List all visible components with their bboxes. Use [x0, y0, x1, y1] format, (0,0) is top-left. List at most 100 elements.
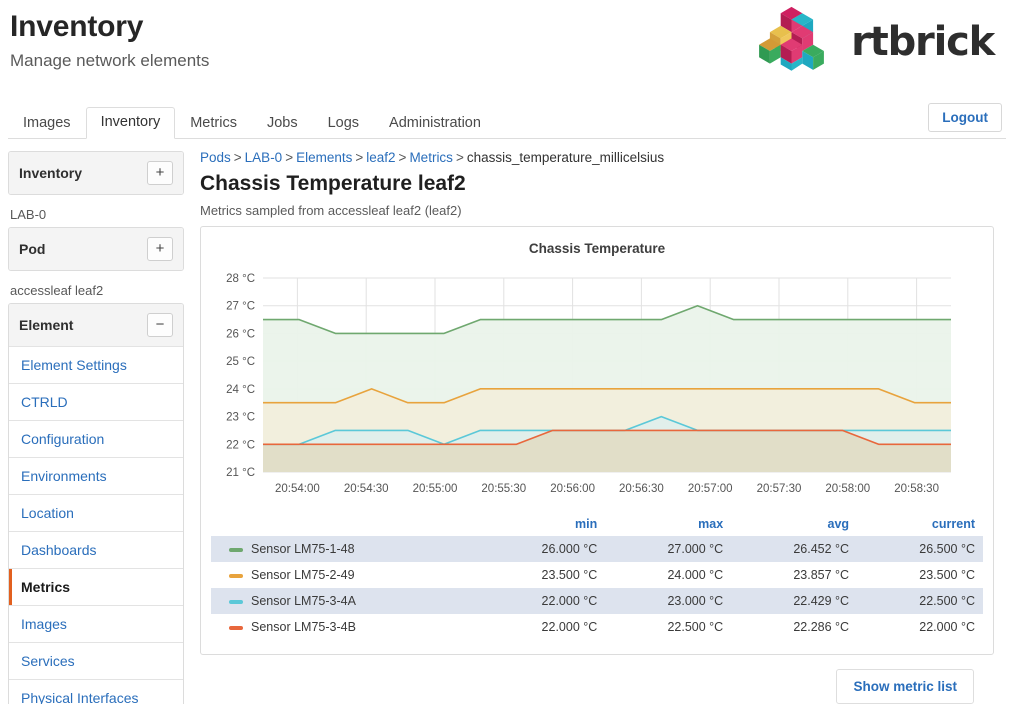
legend-value-current: 26.500 °C — [857, 536, 983, 562]
svg-text:23 °C: 23 °C — [226, 412, 255, 424]
sidebar-item-element-settings[interactable]: Element Settings — [9, 346, 183, 383]
breadcrumb-separator: > — [398, 150, 407, 165]
svg-text:26 °C: 26 °C — [226, 328, 255, 340]
tab-jobs[interactable]: Jobs — [252, 108, 313, 139]
breadcrumb-current: chassis_temperature_millicelsius — [466, 150, 665, 165]
element-panel-header: Element − — [9, 304, 183, 346]
legend-col-avg[interactable]: avg — [731, 514, 857, 536]
element-panel-title: Element — [19, 317, 74, 333]
legend-value-avg: 26.452 °C — [731, 536, 858, 562]
page-title: Chassis Temperature leaf2 — [200, 172, 466, 195]
legend-header-row: min max avg current — [211, 514, 983, 536]
inventory-expand-button[interactable]: + — [147, 161, 173, 185]
breadcrumb-pods[interactable]: Pods — [200, 150, 231, 165]
legend-value-avg: 23.857 °C — [793, 568, 850, 582]
chart-plot-area: 21 °C 22 °C 23 °C 24 °C 25 °C 26 °C 27 °C 28 °C… — [211, 260, 983, 508]
main-tabbar: Images Inventory Metrics Jobs Logs Admin… — [8, 103, 1006, 139]
inventory-panel-title: Inventory — [19, 165, 83, 181]
svg-text:20:55:30: 20:55:30 — [481, 483, 526, 495]
inventory-panel-header: Inventory + — [9, 152, 183, 194]
breadcrumb-lab[interactable]: LAB-0 — [245, 150, 283, 165]
pod-panel-title: Pod — [19, 241, 46, 257]
series-color-swatch-icon — [229, 625, 243, 630]
tab-images[interactable]: Images — [8, 108, 86, 139]
sidebar-item-physical-interfaces[interactable]: Physical Interfaces — [9, 679, 183, 704]
svg-text:20:54:30: 20:54:30 — [344, 483, 389, 495]
svg-text:28 °C: 28 °C — [226, 273, 255, 285]
legend-row[interactable]: Sensor LM75-3-4A 22.000 °C 23.000 °C 22.429… — [211, 588, 983, 614]
legend-value-max: 22.500 °C — [667, 620, 724, 634]
sidebar: Inventory + LAB-0 Pod + accessleaf leaf2… — [0, 139, 192, 704]
brand-name: rtbrick — [851, 19, 995, 65]
legend-col-min[interactable]: min — [479, 514, 605, 536]
tab-logs[interactable]: Logs — [313, 108, 374, 139]
series-color-swatch-icon — [229, 573, 243, 578]
legend-value-max: 27.000 °C — [605, 536, 732, 562]
chart-title: Chassis Temperature — [528, 241, 666, 256]
sidebar-item-images[interactable]: Images — [9, 605, 183, 642]
legend-value-current: 22.500 °C — [857, 588, 983, 614]
metric-chart-card: Chassis Temperature 21 °C 22 °C 23 °C 24 °C… — [200, 226, 994, 655]
breadcrumb: Pods > LAB-0 > Elements > leaf2 > Metrics > chassi… — [200, 149, 994, 167]
show-metric-list-button[interactable]: Show metric list — [836, 669, 974, 704]
page-header: Inventory Manage network elements rtbric… — [0, 0, 1014, 100]
sidebar-item-location[interactable]: Location — [9, 494, 183, 531]
main-content: Pods > LAB-0 > Elements > leaf2 > Metrics > chassi… — [192, 139, 1014, 704]
breadcrumb-separator: > — [233, 150, 242, 165]
svg-text:20:54:00: 20:54:00 — [275, 483, 320, 495]
legend-value-avg: 22.429 °C — [731, 588, 858, 614]
legend-value-max: 24.000 °C — [667, 568, 724, 582]
svg-text:24 °C: 24 °C — [226, 384, 255, 396]
legend-series-name: Sensor LM75-2-49 — [211, 562, 479, 588]
legend-row[interactable]: Sensor LM75-2-49 23.500 °C 24.000 °C 23.857… — [211, 562, 983, 588]
sidebar-panel-pod: Pod + — [8, 227, 184, 271]
sidebar-item-ctrld[interactable]: CTRLD — [9, 383, 183, 420]
legend-value-avg: 22.286 °C — [793, 620, 850, 634]
sidebar-item-metrics[interactable]: Metrics — [9, 568, 183, 605]
series-color-swatch-icon — [229, 547, 243, 552]
svg-text:27 °C: 27 °C — [226, 301, 255, 313]
legend-row[interactable]: Sensor LM75-1-48 26.000 °C 27.000 °C 26.452… — [211, 536, 983, 562]
breadcrumb-metrics[interactable]: Metrics — [409, 150, 453, 165]
legend-row[interactable]: Sensor LM75-3-4B 22.000 °C 22.500 °C 22.286… — [211, 614, 983, 640]
tab-inventory[interactable]: Inventory — [85, 107, 176, 139]
sidebar-panel-element: Element − Element Settings CTRLD Configu… — [8, 303, 184, 704]
svg-text:22 °C: 22 °C — [226, 439, 255, 451]
svg-text:20:56:30: 20:56:30 — [619, 483, 664, 495]
series-color-swatch-icon — [229, 599, 243, 604]
breadcrumb-elements[interactable]: Elements — [296, 150, 352, 165]
svg-text:20:58:30: 20:58:30 — [894, 483, 939, 495]
sidebar-item-environments[interactable]: Environments — [9, 457, 183, 494]
legend-col-max[interactable]: max — [605, 514, 731, 536]
logout-button[interactable]: Logout — [928, 103, 1002, 132]
legend-value-min: 23.500 °C — [541, 568, 598, 582]
tab-administration[interactable]: Administration — [374, 108, 496, 139]
sidebar-item-services[interactable]: Services — [9, 642, 183, 679]
sidebar-item-configuration[interactable]: Configuration — [9, 420, 183, 457]
svg-text:25 °C: 25 °C — [226, 356, 255, 368]
legend-col-name — [211, 514, 479, 536]
series-legend-table: min max avg current Sensor LM75-1-48 26.0… — [211, 514, 983, 640]
legend-value-current: 22.000 °C — [919, 620, 975, 634]
legend-series-name: Sensor LM75-3-4A — [211, 588, 480, 614]
svg-text:20:57:00: 20:57:00 — [688, 483, 733, 495]
element-label: accessleaf leaf2 — [10, 283, 104, 298]
sidebar-panel-inventory: Inventory + — [8, 151, 184, 195]
breadcrumb-separator: > — [455, 150, 464, 165]
page-body: Inventory + LAB-0 Pod + accessleaf leaf2… — [0, 139, 1014, 704]
svg-text:20:55:00: 20:55:00 — [413, 483, 458, 495]
legend-col-current[interactable]: current — [857, 514, 983, 536]
lab-label: LAB-0 — [10, 207, 47, 222]
element-collapse-button[interactable]: − — [147, 313, 173, 337]
legend-value-min: 22.000 °C — [479, 588, 606, 614]
pod-expand-button[interactable]: + — [147, 237, 173, 261]
footer-actions: Show metric list — [200, 655, 994, 704]
page-description: Metrics sampled from accessleaf leaf2 (l… — [200, 203, 462, 218]
sidebar-item-dashboards[interactable]: Dashboards — [9, 531, 183, 568]
svg-text:21 °C: 21 °C — [226, 467, 255, 479]
brand-logo: rtbrick — [751, 6, 995, 78]
svg-text:20:56:00: 20:56:00 — [550, 483, 595, 495]
tab-metrics[interactable]: Metrics — [175, 108, 252, 139]
legend-series-name: Sensor LM75-1-48 — [211, 536, 480, 562]
breadcrumb-leaf2[interactable]: leaf2 — [366, 150, 395, 165]
